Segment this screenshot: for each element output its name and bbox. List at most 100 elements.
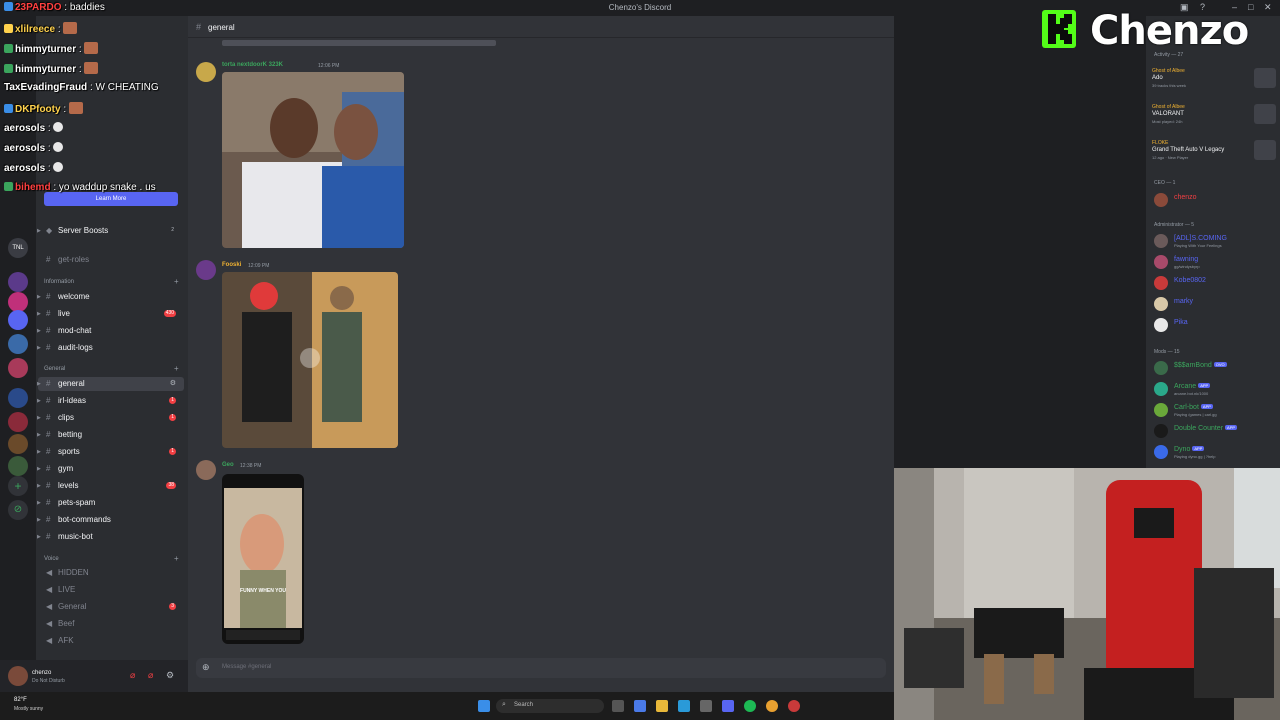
server-icon[interactable]	[8, 434, 28, 454]
activity-thumbnail	[1254, 104, 1276, 124]
channel-pets-spam[interactable]: ▶ # pets-spam	[37, 496, 184, 510]
message-video[interactable]: FUNNY WHEN YOU	[222, 474, 304, 644]
file-explorer-icon[interactable]	[656, 700, 668, 712]
channel-audit-logs[interactable]: ▶ # audit-logs	[37, 341, 184, 355]
explore-icon[interactable]: ⊘	[8, 500, 28, 520]
taskbar-search[interactable]: ⌕ Search	[496, 699, 604, 713]
channel-label: music-bot	[58, 532, 93, 541]
channel-welcome[interactable]: ▶ # welcome	[37, 290, 184, 304]
avatar[interactable]	[196, 260, 216, 280]
settings-gear-icon[interactable]: ⚙	[166, 670, 174, 681]
member-item[interactable]: fawning gg/windysbyrp	[1152, 254, 1278, 272]
channel-gym[interactable]: ▶ # gym	[37, 462, 184, 476]
channel-levels[interactable]: ▶ # levels 38	[37, 479, 184, 493]
discord-icon[interactable]	[722, 700, 734, 712]
avatar[interactable]	[196, 460, 216, 480]
category-general[interactable]: General +	[44, 364, 179, 373]
activity-item[interactable]: Ghost of Albee VALORANT Most played: 24h	[1152, 104, 1278, 134]
category-voice[interactable]: Voice +	[44, 554, 179, 563]
chat-username: bihemd	[15, 182, 51, 193]
channel-clips[interactable]: ▶ # clips 1	[37, 411, 184, 425]
emote-icon	[84, 62, 99, 74]
member-item[interactable]: $$$amBond OVO	[1152, 360, 1278, 378]
server-boosts-item[interactable]: ▶ ◆ Server Boosts 2	[37, 224, 184, 238]
avatar[interactable]	[8, 666, 28, 686]
category-information[interactable]: Information +	[44, 277, 179, 286]
channel-general[interactable]: ◀ General 3	[38, 600, 184, 614]
channel-beef[interactable]: ◀ Beef	[38, 617, 184, 631]
member-item[interactable]: chenzo	[1152, 192, 1278, 210]
channel-get-roles[interactable]: # get-roles	[38, 253, 184, 267]
server-icon[interactable]	[8, 388, 28, 408]
edge-icon[interactable]	[678, 700, 690, 712]
server-icon[interactable]	[8, 272, 28, 292]
member-item[interactable]: marky	[1152, 296, 1278, 314]
server-icon[interactable]	[8, 310, 28, 330]
member-item[interactable]: Arcane APP arcane.bot.nk/1000	[1152, 381, 1278, 399]
channel-general[interactable]: ▶ # general ⚙	[37, 377, 184, 391]
video-caption: FUNNY WHEN YOU	[240, 588, 286, 594]
server-icon[interactable]	[8, 358, 28, 378]
channel-mod-chat[interactable]: ▶ # mod-chat	[37, 324, 184, 338]
deafen-icon[interactable]: ⌀	[148, 670, 153, 681]
channel-irl-ideas[interactable]: ▶ # irl-ideas 1	[37, 394, 184, 408]
badge-icon	[4, 182, 13, 191]
stream-screen: Chenzo's Discord ▣ ? – □ ✕ TNL + ⊘ Learn…	[0, 0, 1280, 720]
avatar[interactable]	[196, 62, 216, 82]
weather-temp[interactable]: 82°F	[14, 697, 27, 703]
channel-sports[interactable]: ▶ # sports 1	[37, 445, 184, 459]
message-video[interactable]	[222, 272, 398, 448]
member-item[interactable]: Dyno APP Playing dyno.gg | ?help	[1152, 444, 1278, 462]
user-status: Do Not Disturb	[32, 678, 65, 684]
add-channel-icon[interactable]: +	[174, 277, 179, 286]
skull-emote-icon	[53, 162, 64, 172]
copilot-icon[interactable]	[634, 700, 646, 712]
channel-label: pets-spam	[58, 498, 96, 507]
add-channel-icon[interactable]: +	[174, 364, 179, 373]
message-image[interactable]	[222, 72, 404, 248]
member-name: Double Counter APP	[1174, 425, 1238, 432]
member-name-text: chenzo	[1174, 194, 1197, 201]
channel-betting[interactable]: ▶ # betting	[37, 428, 184, 442]
channel-settings-gear-icon[interactable]: ⚙	[170, 377, 176, 391]
message-author[interactable]: Fooski	[222, 262, 241, 268]
server-icon[interactable]	[8, 456, 28, 476]
channel-live[interactable]: ▶ # live 430	[37, 307, 184, 321]
channel-live[interactable]: ◀ LIVE	[38, 583, 184, 597]
server-icon[interactable]: TNL	[8, 238, 28, 258]
channel-bot-commands[interactable]: ▶ # bot-commands	[37, 513, 184, 527]
add-server-icon[interactable]: +	[8, 476, 28, 496]
channel-hidden[interactable]: ◀ HIDDEN	[38, 566, 184, 580]
hash-icon: #	[46, 292, 51, 301]
message-input[interactable]: ⊕ Message #general	[196, 658, 886, 678]
member-item[interactable]: Carl-bot APP Playing /games | carl.gg	[1152, 402, 1278, 420]
channel-afk[interactable]: ◀ AFK	[38, 634, 184, 648]
chevron-right-icon: ▶	[37, 466, 41, 472]
server-icon[interactable]	[8, 412, 28, 432]
activity-item[interactable]: FLOKE Grand Theft Auto V Legacy 12 ago · N…	[1152, 140, 1278, 170]
spotify-icon[interactable]	[744, 700, 756, 712]
message-author[interactable]: Geo	[222, 462, 234, 468]
store-icon[interactable]	[700, 700, 712, 712]
windows-start-icon[interactable]	[478, 700, 490, 712]
activity-item[interactable]: Ghost of Albee Ado 39 tracks this week	[1152, 68, 1278, 98]
task-view-icon[interactable]	[612, 700, 624, 712]
chat-username: himmyturner	[15, 64, 77, 75]
skull-emote-icon	[53, 142, 64, 152]
activity-title: Ado	[1152, 75, 1163, 81]
member-item[interactable]: Pika	[1152, 317, 1278, 335]
message-author[interactable]: torta nextdoorK 323K	[222, 62, 283, 68]
add-channel-icon[interactable]: +	[174, 554, 179, 563]
category-label: Voice	[44, 556, 59, 562]
chrome-icon[interactable]	[766, 700, 778, 712]
member-item[interactable]: Kobe0802	[1152, 275, 1278, 293]
add-attachment-icon[interactable]: ⊕	[202, 662, 210, 673]
member-item[interactable]: [ADL]S.COMING Playing With Your Feelings	[1152, 233, 1278, 251]
server-icon[interactable]	[8, 334, 28, 354]
channel-music-bot[interactable]: ▶ # music-bot	[37, 530, 184, 544]
mute-mic-icon[interactable]: ⌀	[130, 670, 135, 681]
app-icon[interactable]	[788, 700, 800, 712]
server-icon[interactable]	[8, 292, 28, 312]
learn-more-button[interactable]: Learn More	[44, 192, 178, 206]
member-item[interactable]: Double Counter APP	[1152, 423, 1278, 441]
